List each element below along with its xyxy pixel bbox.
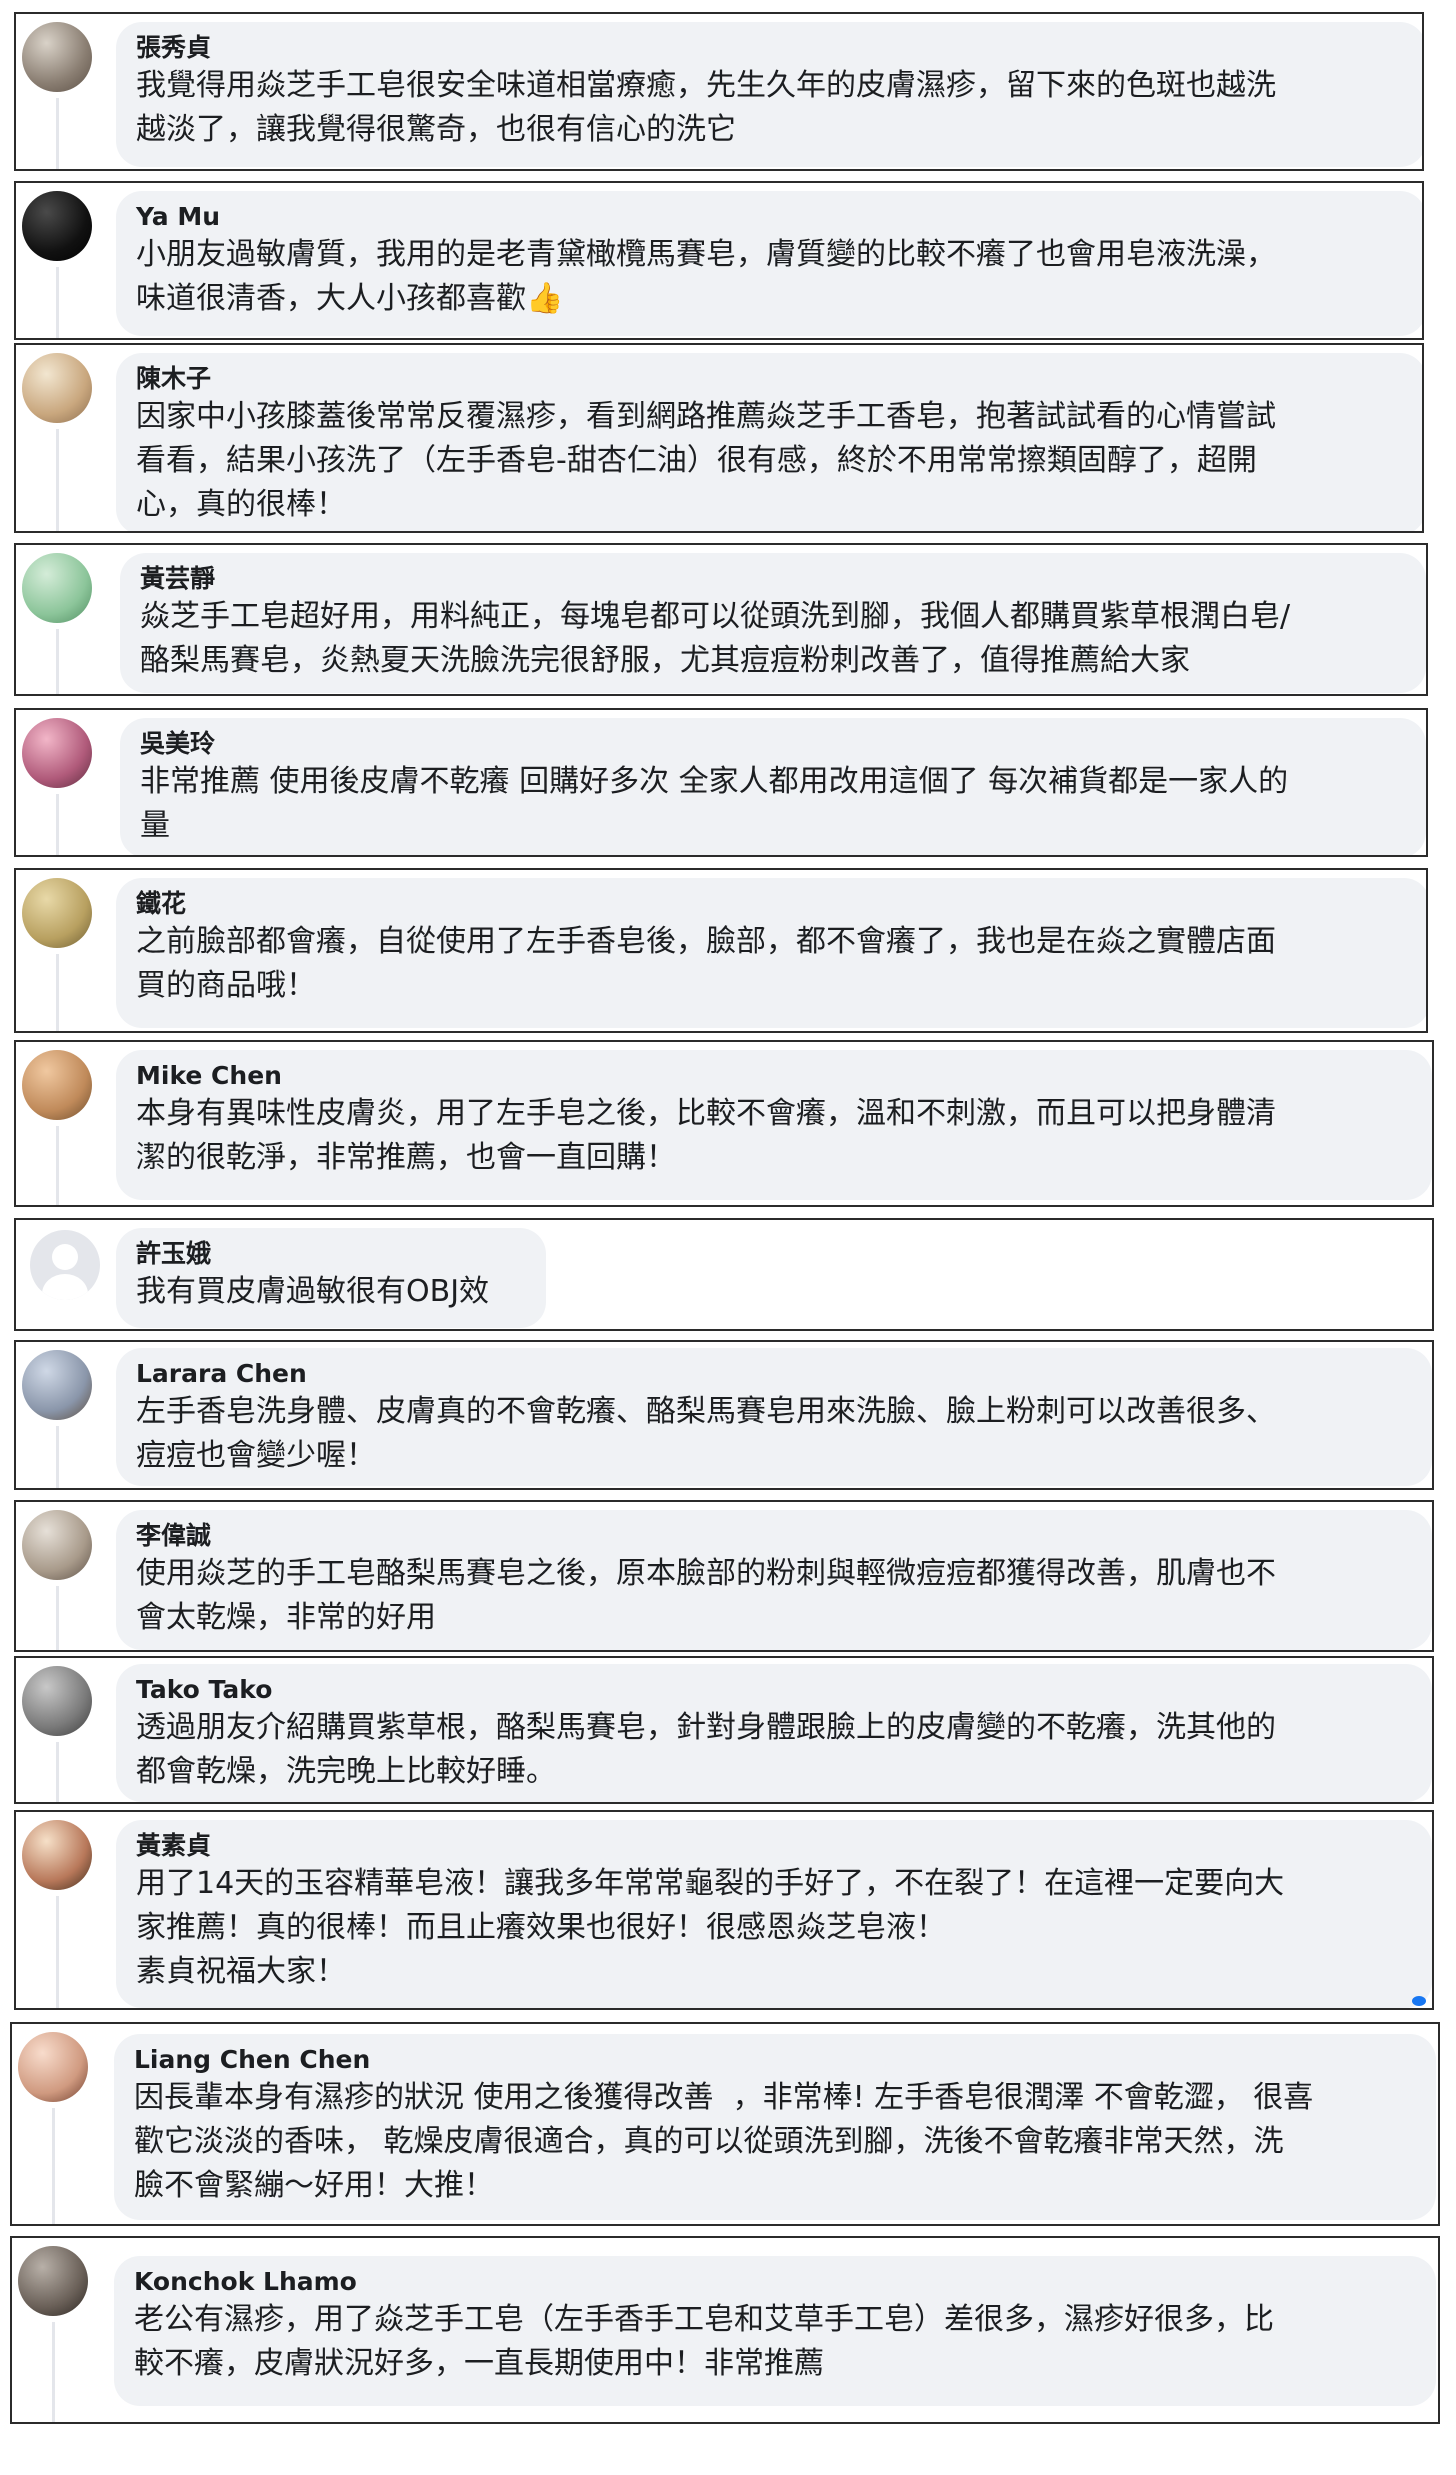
comment-author[interactable]: 張秀貞 <box>136 32 1408 64</box>
reaction-icon <box>1412 1996 1426 2006</box>
comment-card: 李偉誠 使用焱芝的手工皂酪梨馬賽皂之後，原本臉部的粉刺與輕微痘痘都獲得改善，肌膚… <box>14 1500 1434 1652</box>
comment-card: 張秀貞 我覺得用焱芝手工皂很安全味道相當療癒，先生久年的皮膚濕疹，留下來的色斑也… <box>14 12 1424 171</box>
comment-text: 使用焱芝的手工皂酪梨馬賽皂之後，原本臉部的粉刺與輕微痘痘都獲得改善，肌膚也不 會… <box>136 1556 1276 1635</box>
comment-text: 焱芝手工皂超好用，用料純正，每塊皂都可以從頭洗到腳，我個人都購買紫草根潤白皂/ … <box>140 599 1291 678</box>
comment-text: 小朋友過敏膚質，我用的是老青黛橄欖馬賽皂，膚質變的比較不癢了也會用皂液洗澡， 味… <box>136 237 1276 316</box>
comment-author[interactable]: Tako Tako <box>136 1674 1414 1706</box>
photo-avatar[interactable] <box>22 718 92 788</box>
comment-author[interactable]: Konchok Lhamo <box>134 2266 1418 2298</box>
comment-card: Mike Chen 本身有異味性皮膚炎，用了左手皂之後，比較不會癢，溫和不刺激，… <box>14 1040 1434 1207</box>
comment-author[interactable]: 黃素貞 <box>136 1830 1414 1862</box>
comment-bubble: Tako Tako 透過朋友介紹購買紫草根，酪梨馬賽皂，針對身體跟臉上的皮膚變的… <box>116 1664 1432 1802</box>
thread-line <box>56 1426 59 1488</box>
comment-bubble: Liang Chen Chen 因長輩本身有濕疹的狀況 使用之後獲得改善 ，非常… <box>114 2034 1436 2220</box>
comment-text: 我有買皮膚過敏很有OBJ效 <box>136 1274 490 1309</box>
comment-card: 吳美玲 非常推薦 使用後皮膚不乾癢 回購好多次 全家人都用改用這個了 每次補貨都… <box>14 708 1428 857</box>
photo-avatar[interactable] <box>22 1050 92 1120</box>
comment-bubble: Ya Mu 小朋友過敏膚質，我用的是老青黛橄欖馬賽皂，膚質變的比較不癢了也會用皂… <box>116 191 1422 336</box>
comment-card: 陳木子 因家中小孩膝蓋後常常反覆濕疹，看到網路推薦焱芝手工香皂，抱著試試看的心情… <box>14 343 1424 533</box>
photo-avatar[interactable] <box>22 191 92 261</box>
comment-bubble: 黃芸靜 焱芝手工皂超好用，用料純正，每塊皂都可以從頭洗到腳，我個人都購買紫草根潤… <box>120 553 1426 693</box>
thread-line <box>52 2108 55 2224</box>
thread-line <box>52 2322 55 2422</box>
comment-card: 黃芸靜 焱芝手工皂超好用，用料純正，每塊皂都可以從頭洗到腳，我個人都購買紫草根潤… <box>14 543 1428 696</box>
comment-text: 非常推薦 使用後皮膚不乾癢 回購好多次 全家人都用改用這個了 每次補貨都是一家人… <box>140 764 1289 843</box>
comment-author[interactable]: Liang Chen Chen <box>134 2044 1418 2076</box>
photo-avatar[interactable] <box>22 1820 92 1890</box>
comment-bubble: 李偉誠 使用焱芝的手工皂酪梨馬賽皂之後，原本臉部的粉刺與輕微痘痘都獲得改善，肌膚… <box>116 1510 1432 1650</box>
comment-text: 之前臉部都會癢，自從使用了左手香皂後，臉部，都不會癢了，我也是在焱之實體店面 買… <box>136 924 1276 1003</box>
comment-text: 透過朋友介紹購買紫草根，酪梨馬賽皂，針對身體跟臉上的皮膚變的不乾癢，洗其他的 都… <box>136 1710 1276 1789</box>
comment-text: 老公有濕疹，用了焱芝手工皂（左手香手工皂和艾草手工皂）差很多，濕疹好很多，比 較… <box>134 2302 1274 2381</box>
comment-bubble: Larara Chen 左手香皂洗身體、皮膚真的不會乾癢、酪梨馬賽皂用來洗臉、臉… <box>116 1348 1432 1486</box>
comment-card: Tako Tako 透過朋友介紹購買紫草根，酪梨馬賽皂，針對身體跟臉上的皮膚變的… <box>14 1656 1434 1804</box>
thread-line <box>56 429 59 531</box>
comment-card: Liang Chen Chen 因長輩本身有濕疹的狀況 使用之後獲得改善 ，非常… <box>10 2022 1440 2226</box>
photo-avatar[interactable] <box>22 1666 92 1736</box>
comment-text: 用了14天的玉容精華皂液！讓我多年常常龜裂的手好了，不在裂了！在這裡一定要向大 … <box>136 1866 1285 1989</box>
default-avatar[interactable] <box>30 1230 100 1300</box>
comment-bubble: 黃素貞 用了14天的玉容精華皂液！讓我多年常常龜裂的手好了，不在裂了！在這裡一定… <box>116 1820 1432 2008</box>
thread-line <box>56 98 59 169</box>
thread-line <box>56 1126 59 1205</box>
photo-avatar[interactable] <box>18 2032 88 2102</box>
comment-bubble: Konchok Lhamo 老公有濕疹，用了焱芝手工皂（左手香手工皂和艾草手工皂… <box>114 2256 1436 2406</box>
comment-card: 鐵花 之前臉部都會癢，自從使用了左手香皂後，臉部，都不會癢了，我也是在焱之實體店… <box>14 868 1428 1033</box>
thread-line <box>56 1586 59 1650</box>
photo-avatar[interactable] <box>18 2246 88 2316</box>
photo-avatar[interactable] <box>22 22 92 92</box>
comment-bubble: 陳木子 因家中小孩膝蓋後常常反覆濕疹，看到網路推薦焱芝手工香皂，抱著試試看的心情… <box>116 353 1422 531</box>
photo-avatar[interactable] <box>22 1510 92 1580</box>
comment-card: 許玉娥 我有買皮膚過敏很有OBJ效 <box>14 1218 1434 1331</box>
comment-text: 左手香皂洗身體、皮膚真的不會乾癢、酪梨馬賽皂用來洗臉、臉上粉刺可以改善很多、 痘… <box>136 1394 1276 1473</box>
comment-author[interactable]: 許玉娥 <box>136 1238 528 1270</box>
thread-line <box>56 629 59 694</box>
thread-line <box>56 267 59 338</box>
comment-author[interactable]: Mike Chen <box>136 1060 1414 1092</box>
comment-text: 因長輩本身有濕疹的狀況 使用之後獲得改善 ，非常棒! 左手香皂很潤澤 不會乾澀，… <box>134 2080 1314 2203</box>
comment-card: Konchok Lhamo 老公有濕疹，用了焱芝手工皂（左手香手工皂和艾草手工皂… <box>10 2236 1440 2424</box>
comment-bubble: 張秀貞 我覺得用焱芝手工皂很安全味道相當療癒，先生久年的皮膚濕疹，留下來的色斑也… <box>116 22 1422 167</box>
comment-author[interactable]: 吳美玲 <box>140 728 1408 760</box>
comment-card: Ya Mu 小朋友過敏膚質，我用的是老青黛橄欖馬賽皂，膚質變的比較不癢了也會用皂… <box>14 181 1424 340</box>
comment-card: 黃素貞 用了14天的玉容精華皂液！讓我多年常常龜裂的手好了，不在裂了！在這裡一定… <box>14 1810 1434 2010</box>
comment-text: 我覺得用焱芝手工皂很安全味道相當療癒，先生久年的皮膚濕疹，留下來的色斑也越洗 越… <box>136 68 1276 147</box>
photo-avatar[interactable] <box>22 1350 92 1420</box>
photo-avatar[interactable] <box>22 878 92 948</box>
comment-author[interactable]: 鐵花 <box>136 888 1412 920</box>
comment-card: Larara Chen 左手香皂洗身體、皮膚真的不會乾癢、酪梨馬賽皂用來洗臉、臉… <box>14 1340 1434 1490</box>
comment-author[interactable]: Larara Chen <box>136 1358 1414 1390</box>
photo-avatar[interactable] <box>22 353 92 423</box>
thread-line <box>56 1742 59 1802</box>
thread-line <box>56 954 59 1031</box>
thread-line <box>56 1896 59 2008</box>
thread-line <box>56 794 59 855</box>
comment-author[interactable]: 李偉誠 <box>136 1520 1414 1552</box>
comment-author[interactable]: Ya Mu <box>136 201 1408 233</box>
comment-author[interactable]: 陳木子 <box>136 363 1408 395</box>
comment-bubble: 鐵花 之前臉部都會癢，自從使用了左手香皂後，臉部，都不會癢了，我也是在焱之實體店… <box>116 878 1426 1028</box>
comment-bubble: Mike Chen 本身有異味性皮膚炎，用了左手皂之後，比較不會癢，溫和不刺激，… <box>116 1050 1432 1200</box>
comment-author[interactable]: 黃芸靜 <box>140 563 1408 595</box>
photo-avatar[interactable] <box>22 553 92 623</box>
comment-text: 因家中小孩膝蓋後常常反覆濕疹，看到網路推薦焱芝手工香皂，抱著試試看的心情嘗試 看… <box>136 399 1276 522</box>
comment-bubble: 吳美玲 非常推薦 使用後皮膚不乾癢 回購好多次 全家人都用改用這個了 每次補貨都… <box>120 718 1426 855</box>
comment-bubble: 許玉娥 我有買皮膚過敏很有OBJ效 <box>116 1228 546 1328</box>
comment-text: 本身有異味性皮膚炎，用了左手皂之後，比較不會癢，溫和不刺激，而且可以把身體清 潔… <box>136 1096 1276 1175</box>
